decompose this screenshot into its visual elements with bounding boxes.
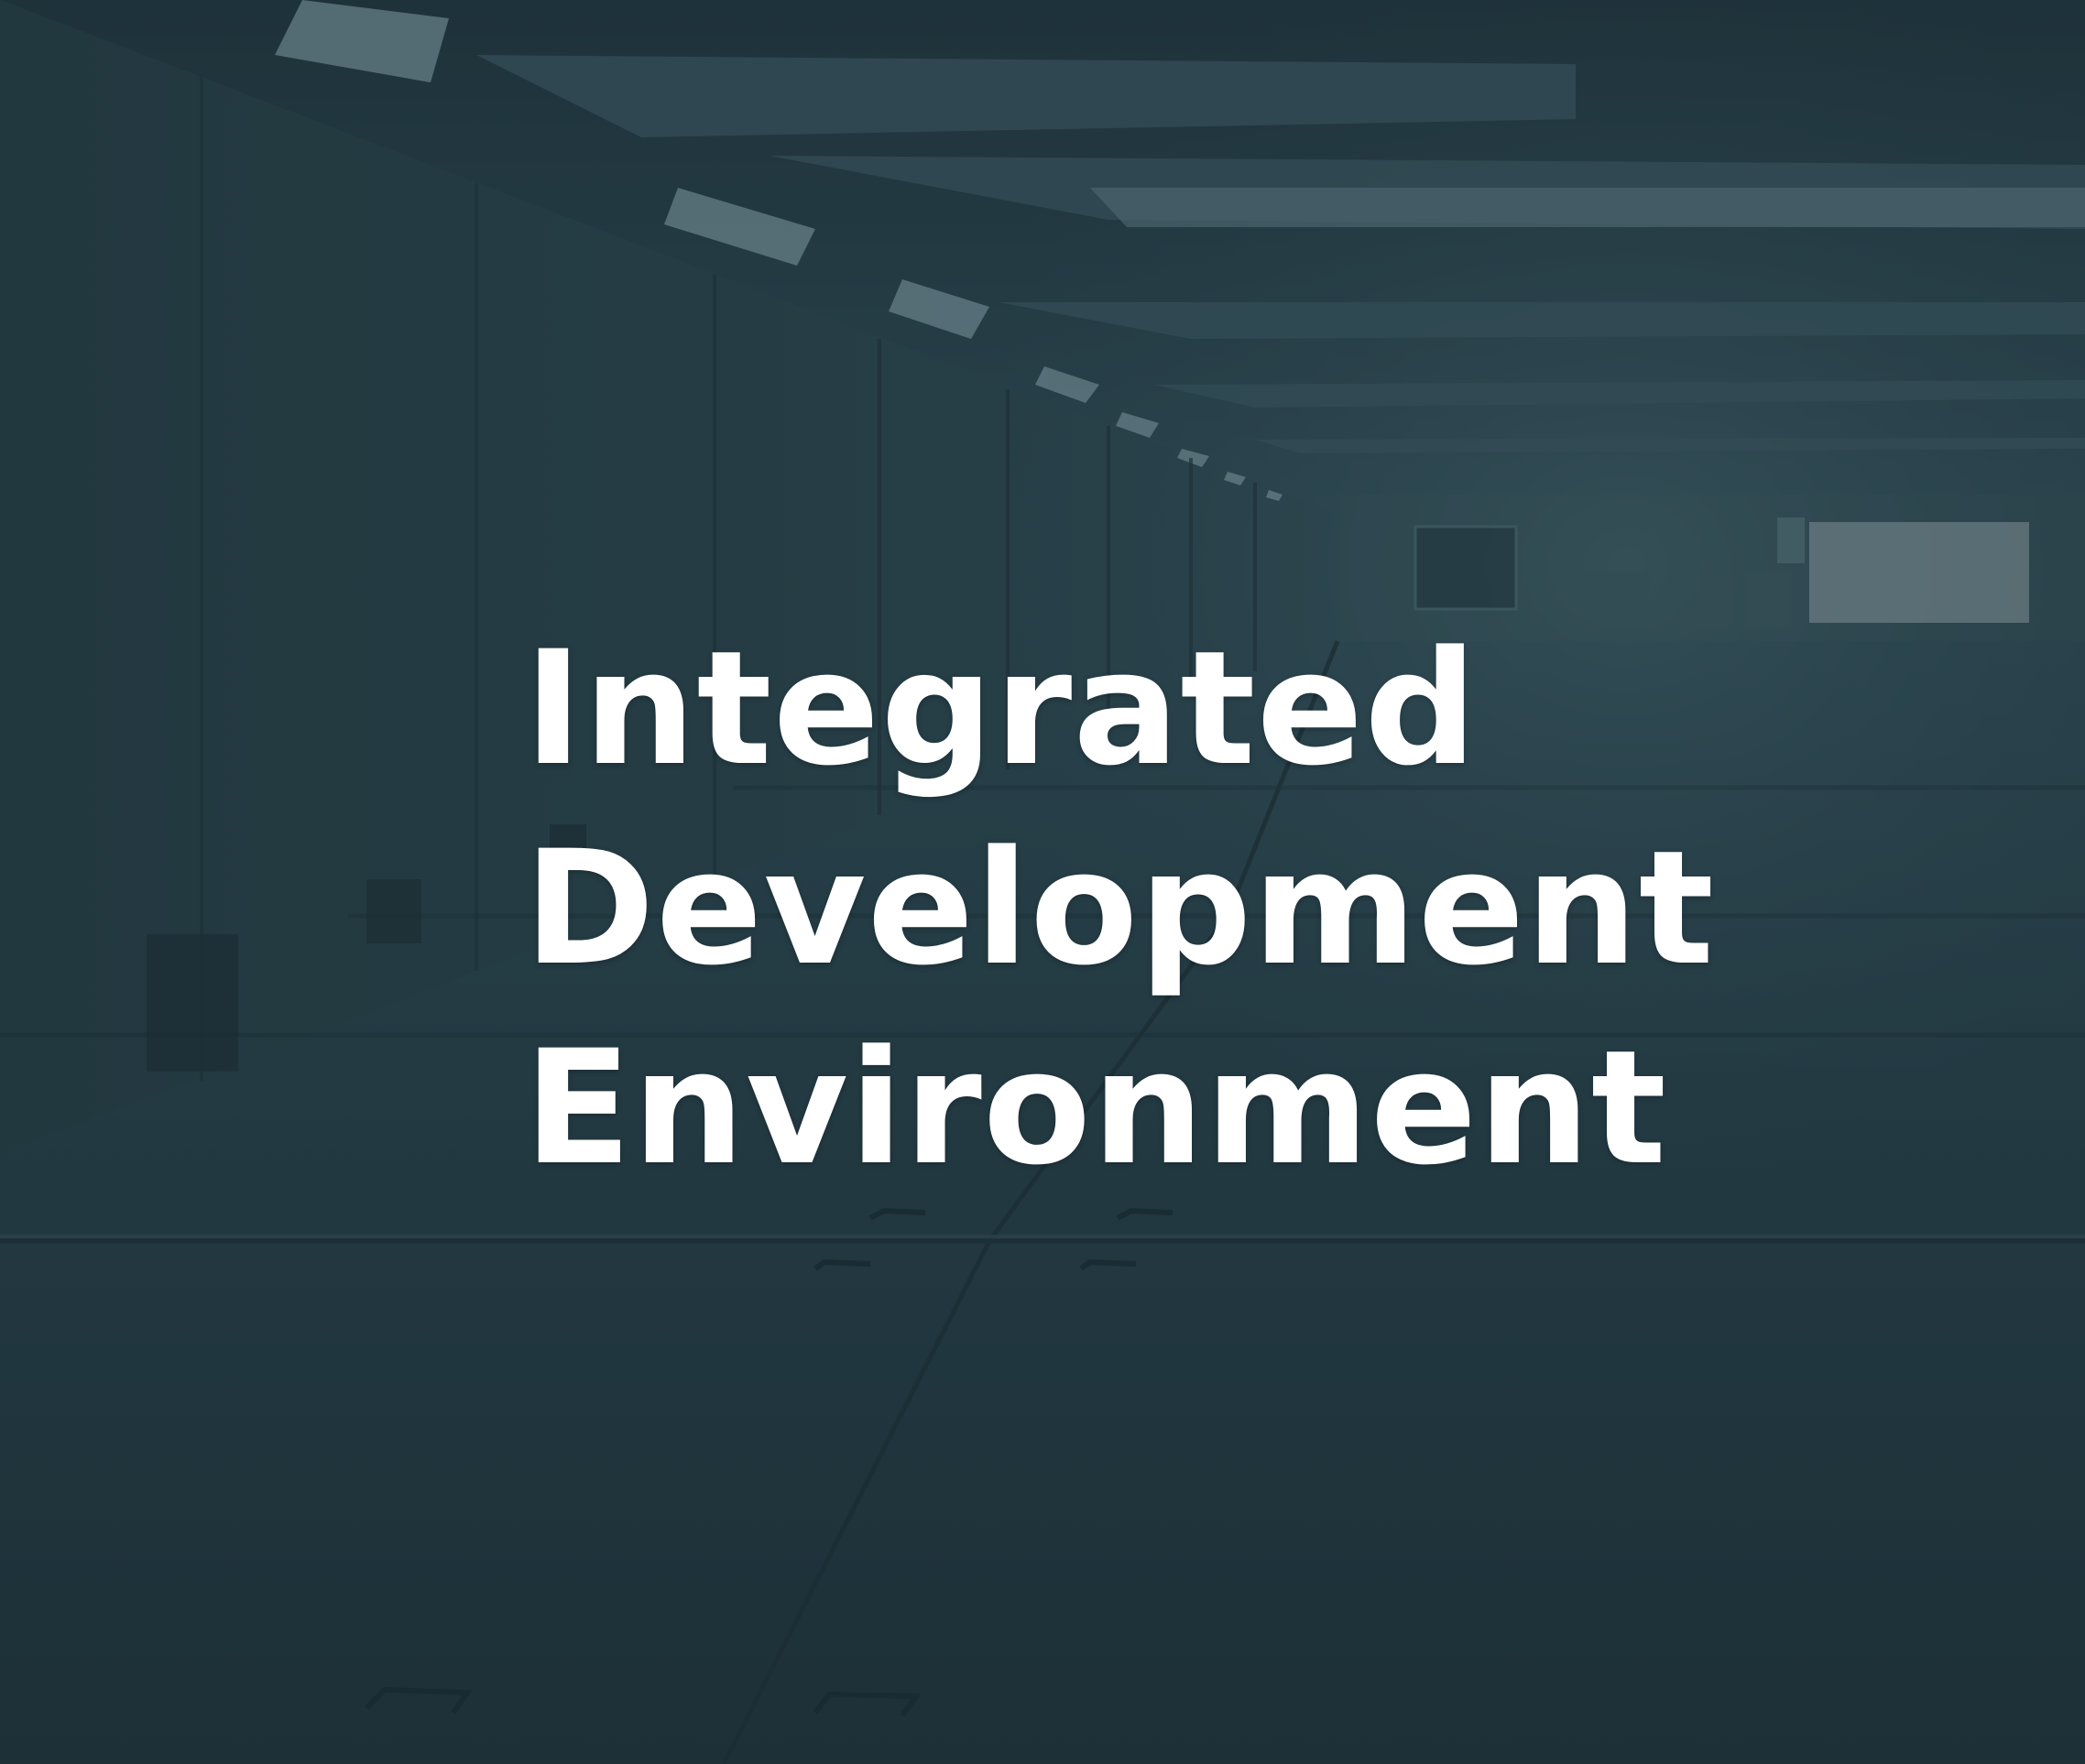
hero-banner: Integrated Development Environment (0, 0, 2085, 1764)
hero-title: Integrated Development Environment (524, 609, 1715, 1208)
hero-title-line-1: Integrated (524, 616, 1479, 800)
hero-title-line-2: Development (524, 816, 1715, 1000)
hero-title-line-3: Environment (524, 1016, 1668, 1200)
